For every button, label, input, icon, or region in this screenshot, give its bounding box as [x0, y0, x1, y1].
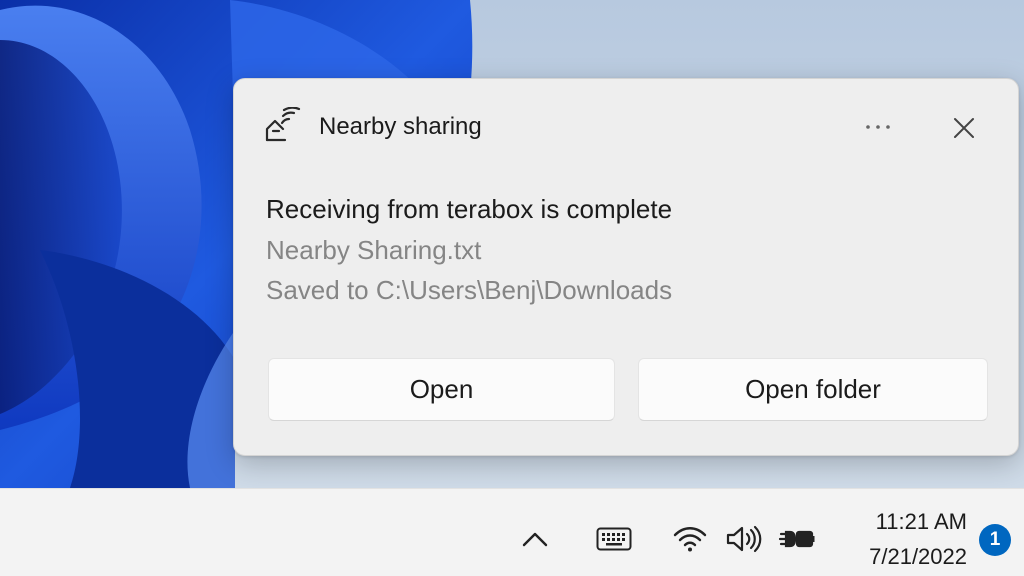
clock-date: 7/21/2022: [869, 544, 967, 569]
notification-toast[interactable]: Nearby sharing Receiving from terabox is…: [233, 78, 1019, 456]
close-icon: [954, 118, 974, 138]
taskbar: 11:21 AM 7/21/2022: [0, 488, 1024, 576]
clock-time: 11:21 AM: [875, 509, 967, 534]
notification-save-path: Saved to C:\Users\Benj\Downloads: [266, 275, 673, 305]
app-name: Nearby sharing: [319, 113, 482, 140]
notification-title: Receiving from terabox is complete: [266, 194, 673, 224]
desktop: Nearby sharing Receiving from terabox is…: [0, 0, 1024, 488]
open-button[interactable]: Open: [268, 358, 615, 421]
more-options-icon: [866, 125, 890, 129]
battery-charging-icon: [778, 530, 815, 548]
more-options-button[interactable]: [852, 107, 904, 147]
volume-button[interactable]: [722, 519, 766, 559]
keyboard-icon: [596, 527, 632, 551]
close-button[interactable]: [940, 106, 988, 150]
taskbar-clock[interactable]: 11:21 AM 7/21/2022: [835, 509, 967, 570]
notification-filename: Nearby Sharing.txt: [266, 235, 482, 265]
wifi-icon: [673, 527, 707, 552]
notification-header: Nearby sharing: [234, 79, 1018, 179]
notification-count-badge[interactable]: 1: [979, 524, 1011, 556]
open-folder-button[interactable]: Open folder: [638, 358, 988, 421]
network-button[interactable]: [670, 519, 710, 559]
show-hidden-icons-button[interactable]: [514, 519, 556, 559]
battery-button[interactable]: [776, 519, 818, 559]
volume-icon: [726, 525, 762, 553]
touch-keyboard-button[interactable]: [590, 519, 638, 559]
nearby-sharing-icon: [265, 107, 301, 142]
chevron-up-icon: [522, 532, 548, 547]
